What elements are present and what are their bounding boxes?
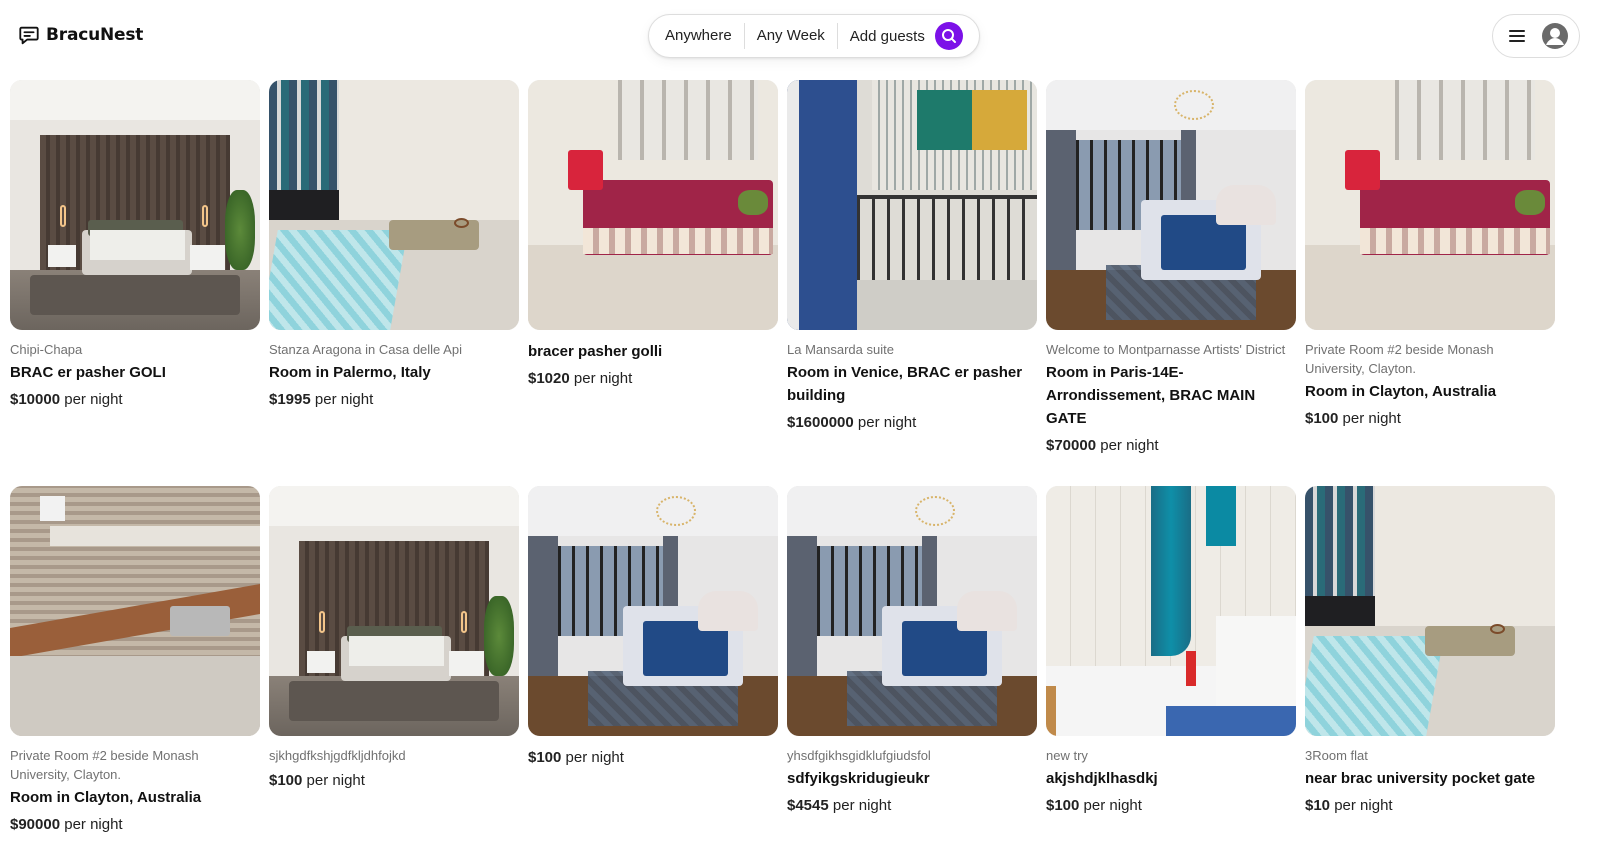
- listing-card[interactable]: La Mansarda suite Room in Venice, BRAC er…: [787, 80, 1037, 434]
- listing-photo[interactable]: [1305, 80, 1555, 330]
- listing-card[interactable]: Chipi-Chapa BRAC er pasher GOLI $10000 per…: [10, 80, 260, 411]
- listing-price: $100 per night: [1046, 794, 1296, 817]
- listing-card[interactable]: bracer pasher golli $1020 per night: [528, 80, 778, 390]
- listing-card[interactable]: new try akjshdjklhasdkj $100 per night: [1046, 486, 1296, 817]
- listing-subtitle: Welcome to Montparnasse Artists' Distric…: [1046, 342, 1286, 357]
- listing-subtitle: new try: [1046, 748, 1088, 763]
- listing-card[interactable]: Private Room #2 beside Monash University…: [10, 486, 260, 836]
- price-amount: $10: [1305, 797, 1331, 814]
- listing-price: $70000 per night: [1046, 434, 1296, 457]
- listing-price: $100 per night: [528, 746, 778, 769]
- listing-price: $1995 per night: [269, 388, 519, 411]
- listing-photo[interactable]: [1305, 486, 1555, 736]
- price-suffix: per night: [1330, 797, 1393, 814]
- listing-subtitle: sjkhgdfkshjgdfkljdhfojkd: [269, 748, 406, 763]
- listing-card[interactable]: Welcome to Montparnasse Artists' Distric…: [1046, 80, 1296, 457]
- price-amount: $4545: [787, 797, 829, 814]
- price-amount: $100: [1046, 797, 1080, 814]
- listing-title: near brac university pocket gate: [1305, 770, 1536, 787]
- listing-photo[interactable]: [10, 80, 260, 330]
- price-suffix: per night: [310, 391, 374, 408]
- price-suffix: per night: [828, 797, 892, 814]
- listing-subtitle: Private Room #2 beside Monash University…: [1305, 342, 1494, 376]
- listing-subtitle: Private Room #2 beside Monash University…: [10, 748, 199, 782]
- listing-price: $10 per night: [1305, 794, 1555, 817]
- listing-title: Room in Clayton, Australia: [1305, 383, 1497, 400]
- listing-photo[interactable]: [269, 486, 519, 736]
- price-suffix: per night: [60, 391, 123, 408]
- anywhere-filter[interactable]: Anywhere: [649, 24, 744, 48]
- listing-subtitle: La Mansarda suite: [787, 342, 894, 357]
- brand-logo[interactable]: BracuNest: [18, 24, 143, 46]
- listing-photo[interactable]: [10, 486, 260, 736]
- listing-title: Room in Paris-14E-Arrondissement, BRAC M…: [1046, 364, 1256, 427]
- listing-price: $100 per night: [269, 769, 519, 792]
- listing-photo[interactable]: [528, 80, 778, 330]
- listing-price: $10000 per night: [10, 388, 260, 411]
- listing-title: Room in Clayton, Australia: [10, 789, 202, 806]
- listing-photo[interactable]: [1046, 80, 1296, 330]
- listing-photo[interactable]: [787, 80, 1037, 330]
- listing-price: $1020 per night: [528, 367, 778, 390]
- price-suffix: per night: [561, 749, 624, 766]
- price-amount: $10000: [10, 391, 61, 408]
- listing-title: bracer pasher golli: [528, 343, 663, 360]
- price-amount: $100: [528, 749, 562, 766]
- add-guests-label: Add guests: [849, 27, 925, 45]
- listing-card[interactable]: $100 per night: [528, 486, 778, 769]
- price-suffix: per night: [60, 816, 123, 833]
- listing-photo[interactable]: [269, 80, 519, 330]
- price-suffix: per night: [1096, 437, 1159, 454]
- price-suffix: per night: [1079, 797, 1142, 814]
- listing-card[interactable]: yhsdfgikhsgidklufgiudsfol sdfyikgskridugi…: [787, 486, 1037, 817]
- price-suffix: per night: [302, 772, 365, 789]
- price-suffix: per night: [1338, 410, 1401, 427]
- listing-subtitle: Chipi-Chapa: [10, 342, 83, 357]
- listing-price: $90000 per night: [10, 813, 260, 836]
- listing-price: $100 per night: [1305, 407, 1555, 430]
- user-avatar-icon: [1542, 23, 1568, 49]
- search-button[interactable]: [934, 22, 963, 50]
- listing-price: $4545 per night: [787, 794, 1037, 817]
- listing-title: Room in Palermo, Italy: [269, 364, 431, 381]
- guests-filter[interactable]: Add guests: [838, 22, 971, 50]
- listing-title: sdfyikgskridugieukr: [787, 770, 930, 787]
- search-bar[interactable]: Anywhere Any Week Add guests: [648, 14, 980, 58]
- top-navbar: BracuNest Anywhere Any Week Add guests: [0, 0, 1600, 72]
- user-menu-button[interactable]: [1492, 14, 1580, 58]
- any-week-filter[interactable]: Any Week: [745, 24, 837, 48]
- listing-title: Room in Venice, BRAC er pasher building: [787, 364, 1023, 404]
- listing-subtitle: 3Room flat: [1305, 748, 1368, 763]
- listing-title: akjshdjklhasdkj: [1046, 770, 1158, 787]
- listing-card[interactable]: Private Room #2 beside Monash University…: [1305, 80, 1555, 430]
- listing-card[interactable]: Stanza Aragona in Casa delle Api Room in …: [269, 80, 519, 411]
- listing-card[interactable]: 3Room flat near brac university pocket ga…: [1305, 486, 1555, 817]
- brand-name: BracuNest: [46, 25, 144, 45]
- listing-subtitle: Stanza Aragona in Casa delle Api: [269, 342, 462, 357]
- price-amount: $100: [269, 772, 303, 789]
- price-amount: $1020: [528, 370, 570, 387]
- chat-bubble-icon: [19, 26, 39, 45]
- price-amount: $100: [1305, 410, 1339, 427]
- price-amount: $1995: [269, 391, 311, 408]
- listing-title: BRAC er pasher GOLI: [10, 364, 166, 381]
- listing-subtitle: yhsdfgikhsgidklufgiudsfol: [787, 748, 931, 763]
- listing-photo[interactable]: [528, 486, 778, 736]
- listing-photo[interactable]: [787, 486, 1037, 736]
- price-suffix: per night: [569, 370, 633, 387]
- listing-photo[interactable]: [1046, 486, 1296, 736]
- price-amount: $70000: [1046, 437, 1097, 454]
- price-amount: $1600000: [787, 414, 854, 431]
- listing-card[interactable]: sjkhgdfkshjgdfkljdhfojkd $100 per night: [269, 486, 519, 792]
- listing-price: $1600000 per night: [787, 411, 1037, 434]
- hamburger-icon: [1509, 30, 1525, 42]
- search-icon: [941, 29, 956, 43]
- price-amount: $90000: [10, 816, 61, 833]
- price-suffix: per night: [853, 414, 917, 431]
